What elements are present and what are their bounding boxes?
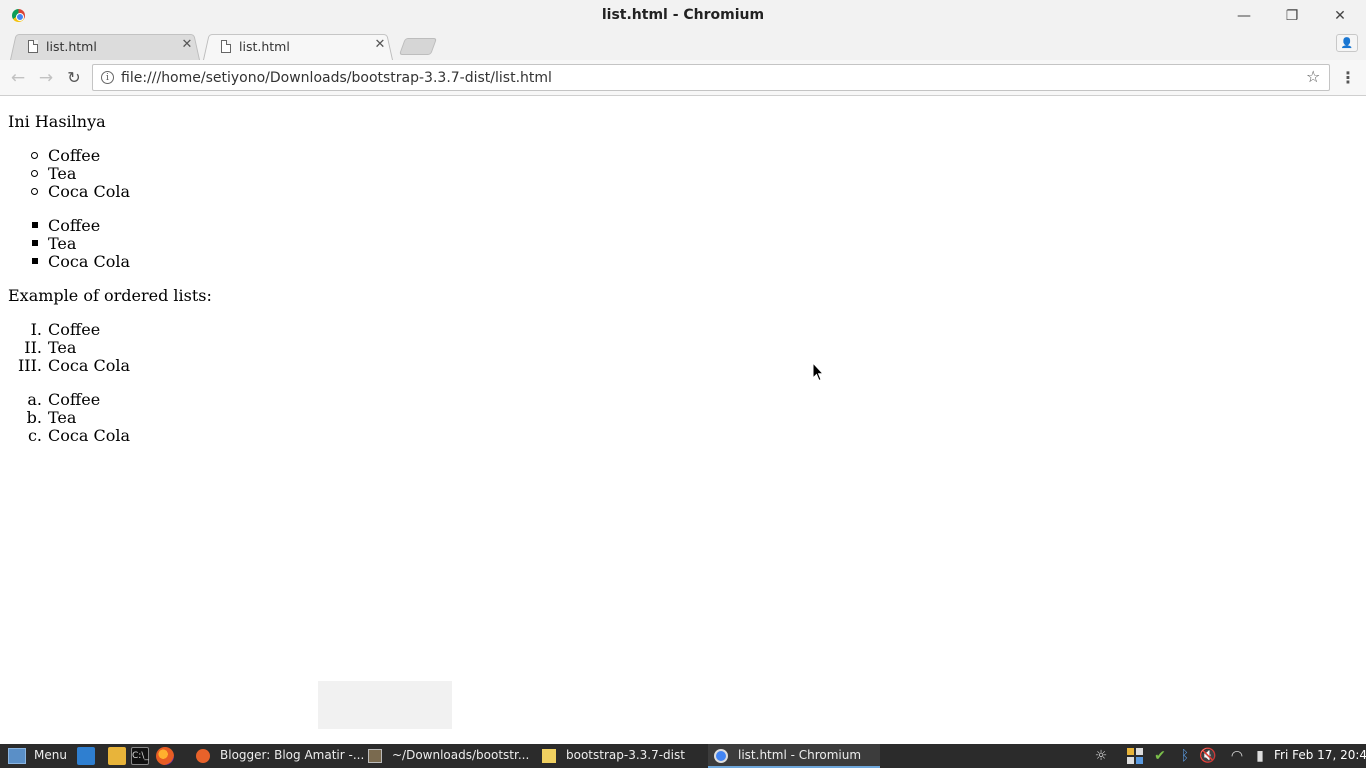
wifi-icon[interactable]: ◠ — [1228, 747, 1246, 765]
chromium-icon — [714, 749, 728, 763]
taskbar-item-folder[interactable]: bootstrap-3.3.7-dist — [536, 744, 706, 768]
document-icon — [28, 40, 38, 53]
circle-bullet — [31, 152, 38, 159]
list-marker: c. — [27, 426, 42, 445]
window-title: list.html - Chromium — [601, 7, 765, 23]
page-content: Ini Hasilnya Coffee Tea Coca Cola Coffee… — [0, 97, 1366, 744]
taskbar-item-chromium[interactable]: list.html - Chromium — [708, 744, 880, 768]
watermark-logo — [318, 681, 452, 729]
list-item: Coca Cola — [48, 426, 130, 445]
text-editor-icon — [368, 749, 382, 763]
menu-label: Menu — [34, 748, 67, 762]
task-label: bootstrap-3.3.7-dist — [566, 748, 685, 762]
list-marker: I. — [30, 320, 42, 339]
tab-label: list.html — [239, 39, 290, 54]
profile-icon[interactable]: 👤 — [1336, 34, 1358, 52]
firefox-icon — [196, 749, 210, 763]
list-item: Coffee — [48, 320, 101, 339]
workspace-switcher-icon[interactable] — [1126, 747, 1144, 765]
mouse-cursor-icon — [812, 362, 824, 382]
list-marker: III. — [17, 356, 42, 375]
document-icon — [221, 40, 231, 53]
new-tab-button[interactable] — [398, 38, 438, 55]
url-text[interactable]: file:///home/setiyono/Downloads/bootstra… — [121, 70, 552, 86]
tab-strip: list.html ✕ list.html ✕ 👤 — [0, 30, 1366, 60]
battery-icon[interactable]: ▮ — [1251, 747, 1269, 765]
list-item: Coffee — [48, 146, 101, 165]
circle-bullet — [31, 188, 38, 195]
square-bullet — [32, 258, 38, 264]
folder-icon — [542, 749, 556, 763]
list-item: Coffee — [48, 390, 101, 409]
shield-icon[interactable]: ✔ — [1151, 747, 1169, 765]
browser-menu-icon[interactable]: ⋮ — [1340, 67, 1356, 89]
tab-list-html-1[interactable]: list.html ✕ — [10, 32, 200, 60]
list-marker: a. — [27, 390, 42, 409]
clock[interactable]: Fri Feb 17, 20:43 — [1274, 748, 1366, 762]
task-label: list.html - Chromium — [738, 748, 862, 762]
forward-arrow-icon[interactable]: → — [35, 67, 57, 89]
show-desktop-icon[interactable] — [77, 747, 95, 765]
list-item: Tea — [48, 408, 77, 427]
tab-list-html-2[interactable]: list.html ✕ — [203, 32, 393, 60]
menu-logo-icon — [8, 748, 26, 764]
taskbar-item-blogger[interactable]: Blogger: Blog Amatir -... — [190, 744, 364, 768]
volume-muted-icon[interactable]: 🔇 — [1199, 747, 1217, 765]
info-icon[interactable]: i — [101, 71, 114, 84]
maximize-button[interactable]: ❐ — [1278, 4, 1306, 28]
start-menu-button[interactable]: Menu — [0, 744, 72, 768]
list-item: Coffee — [48, 216, 101, 235]
square-bullet — [32, 240, 38, 246]
list-marker: b. — [26, 408, 42, 427]
tab-close-icon[interactable]: ✕ — [180, 37, 194, 53]
firefox-icon[interactable] — [156, 747, 174, 765]
circle-bullet — [31, 170, 38, 177]
taskbar: Menu C:\_ Blogger: Blog Amatir -... ~/Do… — [0, 744, 1366, 768]
address-bar[interactable]: i file:///home/setiyono/Downloads/bootst… — [92, 64, 1330, 91]
ordered-lists-heading: Example of ordered lists: — [8, 286, 212, 305]
square-bullet — [32, 222, 38, 228]
intro-text: Ini Hasilnya — [8, 112, 106, 131]
terminal-icon[interactable]: C:\_ — [131, 747, 149, 765]
browser-toolbar: ← → ↻ i file:///home/setiyono/Downloads/… — [0, 60, 1366, 96]
list-item: Tea — [48, 164, 77, 183]
close-window-button[interactable]: ✕ — [1326, 4, 1354, 28]
list-item: Coca Cola — [48, 182, 130, 201]
brightness-icon[interactable]: ☼ — [1092, 747, 1110, 765]
tab-label: list.html — [46, 39, 97, 54]
task-label: Blogger: Blog Amatir -... — [220, 748, 365, 762]
reload-icon[interactable]: ↻ — [63, 67, 85, 89]
list-item: Tea — [48, 234, 77, 253]
bookmark-star-icon[interactable]: ☆ — [1306, 67, 1320, 86]
back-arrow-icon[interactable]: ← — [7, 67, 29, 89]
list-marker: II. — [24, 338, 42, 357]
list-item: Coca Cola — [48, 356, 130, 375]
bluetooth-icon[interactable]: ᛒ — [1176, 747, 1194, 765]
task-label: ~/Downloads/bootstr... — [392, 748, 530, 762]
window-titlebar: list.html - Chromium — ❐ ✕ — [0, 0, 1366, 32]
minimize-button[interactable]: — — [1230, 4, 1258, 28]
tab-close-icon[interactable]: ✕ — [373, 37, 387, 53]
file-manager-icon[interactable] — [108, 747, 126, 765]
taskbar-item-downloads-editor[interactable]: ~/Downloads/bootstr... — [362, 744, 532, 768]
list-item: Coca Cola — [48, 252, 130, 271]
list-item: Tea — [48, 338, 77, 357]
